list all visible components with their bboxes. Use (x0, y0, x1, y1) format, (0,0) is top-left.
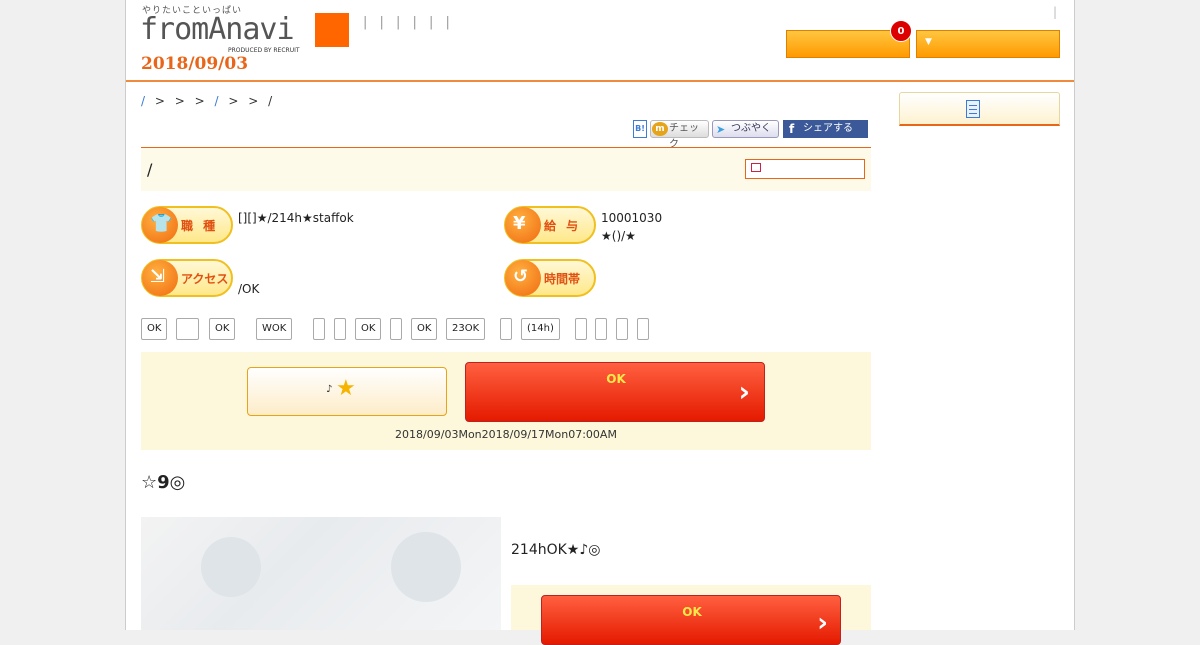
keep-button[interactable]: ♪ ★ (247, 367, 447, 416)
mixi-label: チェック (669, 123, 699, 150)
photo-figure (391, 532, 461, 602)
feature-tag (637, 318, 649, 340)
feature-tag (334, 318, 346, 340)
feature-tag (176, 318, 199, 340)
feature-tag: 23OK (446, 318, 486, 340)
chevron-right-icon: › (817, 608, 828, 638)
header-date: 2018/09/03 (141, 54, 249, 74)
chevron-right-icon: › (738, 375, 750, 408)
open-window-button[interactable] (745, 159, 865, 179)
feature-tag: OK (411, 318, 438, 340)
sidebar-history-tab[interactable] (899, 92, 1060, 126)
breadcrumb-separators: > > > (154, 94, 205, 108)
salary-line-2: ★()/★ (601, 229, 636, 243)
facebook-share-label: シェアする (803, 123, 853, 134)
posting-period: 2018/09/03Mon2018/09/17Mon07:00AM (395, 428, 617, 441)
keep-note: ♪ (326, 384, 333, 395)
workplace-photo (141, 517, 501, 630)
star-plus-icon: ★ (336, 376, 356, 401)
orange-square-logo[interactable] (315, 13, 349, 47)
feature-tag (595, 318, 607, 340)
feature-tag (390, 318, 402, 340)
breadcrumb-link-home[interactable]: / (141, 94, 145, 108)
tweet-label: つぶやく (731, 123, 771, 134)
train-icon: ⇲ (142, 260, 178, 296)
hours-label-badge: ↺ 時間帯 (504, 259, 596, 297)
shirt-icon: 👕 (142, 207, 178, 243)
facebook-share-button[interactable]: f シェアする (783, 120, 868, 138)
catch-copy: ☆9◎ (141, 472, 186, 493)
salary-label-badge: ¥ 給 与 (504, 206, 596, 244)
yen-icon: ¥ (505, 207, 541, 243)
feature-tag: OK (355, 318, 382, 340)
site-logo[interactable]: fromAnavi (140, 12, 295, 47)
hatena-bookmark-button[interactable]: B! (633, 120, 647, 138)
apply-section-2: OK › (511, 585, 871, 645)
breadcrumb: / > > > / > > / (141, 94, 272, 108)
nav-separators: | | | | | | (363, 15, 454, 30)
feature-tag: WOK (256, 318, 293, 340)
twitter-bird-icon: ➤ (716, 123, 726, 136)
mixi-icon: m (652, 122, 668, 136)
feature-tag: OK (209, 318, 236, 340)
menu-dropdown-button[interactable]: ▼ (916, 30, 1060, 58)
feature-tag: OK (141, 318, 168, 340)
access-label-badge: ⇲ アクセス (141, 259, 233, 297)
feature-tag (575, 318, 587, 340)
site-header: やりたいこといっぱい fromAnavi PRODUCED BY RECRUIT… (126, 0, 1074, 82)
job-title: / (147, 160, 153, 179)
new-window-icon (751, 163, 761, 172)
apply-ok-label: OK (606, 372, 626, 386)
occupation-value: [][]★/214h★staffok (238, 211, 354, 225)
apply-section: ♪ ★ OK › 2018/09/03Mon2018/09/17Mon07:00… (141, 352, 871, 450)
apply-ok-label-2: OK (682, 605, 702, 619)
access-value: /OK (238, 282, 260, 296)
breadcrumb-tail: > > / (228, 94, 273, 108)
feature-tag: (14h) (521, 318, 560, 340)
facebook-icon: f (789, 122, 795, 136)
salary-value: 10001030 ★()/★ (601, 209, 662, 245)
job-title-bar: / (141, 147, 871, 191)
apply-button[interactable]: OK › (465, 362, 765, 422)
top-separator: | (1053, 5, 1058, 19)
feature-tag (616, 318, 628, 340)
page: やりたいこといっぱい fromAnavi PRODUCED BY RECRUIT… (125, 0, 1075, 645)
feature-tag (500, 318, 512, 340)
document-icon (966, 100, 980, 118)
produced-by: PRODUCED BY RECRUIT (228, 47, 300, 54)
salary-line-1: 10001030 (601, 211, 663, 225)
dropdown-triangle-icon: ▼ (925, 37, 932, 47)
clock-icon: ↺ (505, 260, 541, 296)
occupation-label-badge: 👕 職 種 (141, 206, 233, 244)
job-description: 214hOK★♪◎ (511, 542, 601, 558)
feature-tag (313, 318, 325, 340)
photo-figure (201, 537, 261, 597)
keep-count-badge: 0 (890, 20, 912, 42)
apply-button-2[interactable]: OK › (541, 595, 841, 645)
mixi-check-button[interactable]: m チェック (650, 120, 709, 150)
breadcrumb-link-area[interactable]: / (215, 94, 219, 108)
twitter-tweet-button[interactable]: ➤ つぶやく (712, 120, 779, 138)
